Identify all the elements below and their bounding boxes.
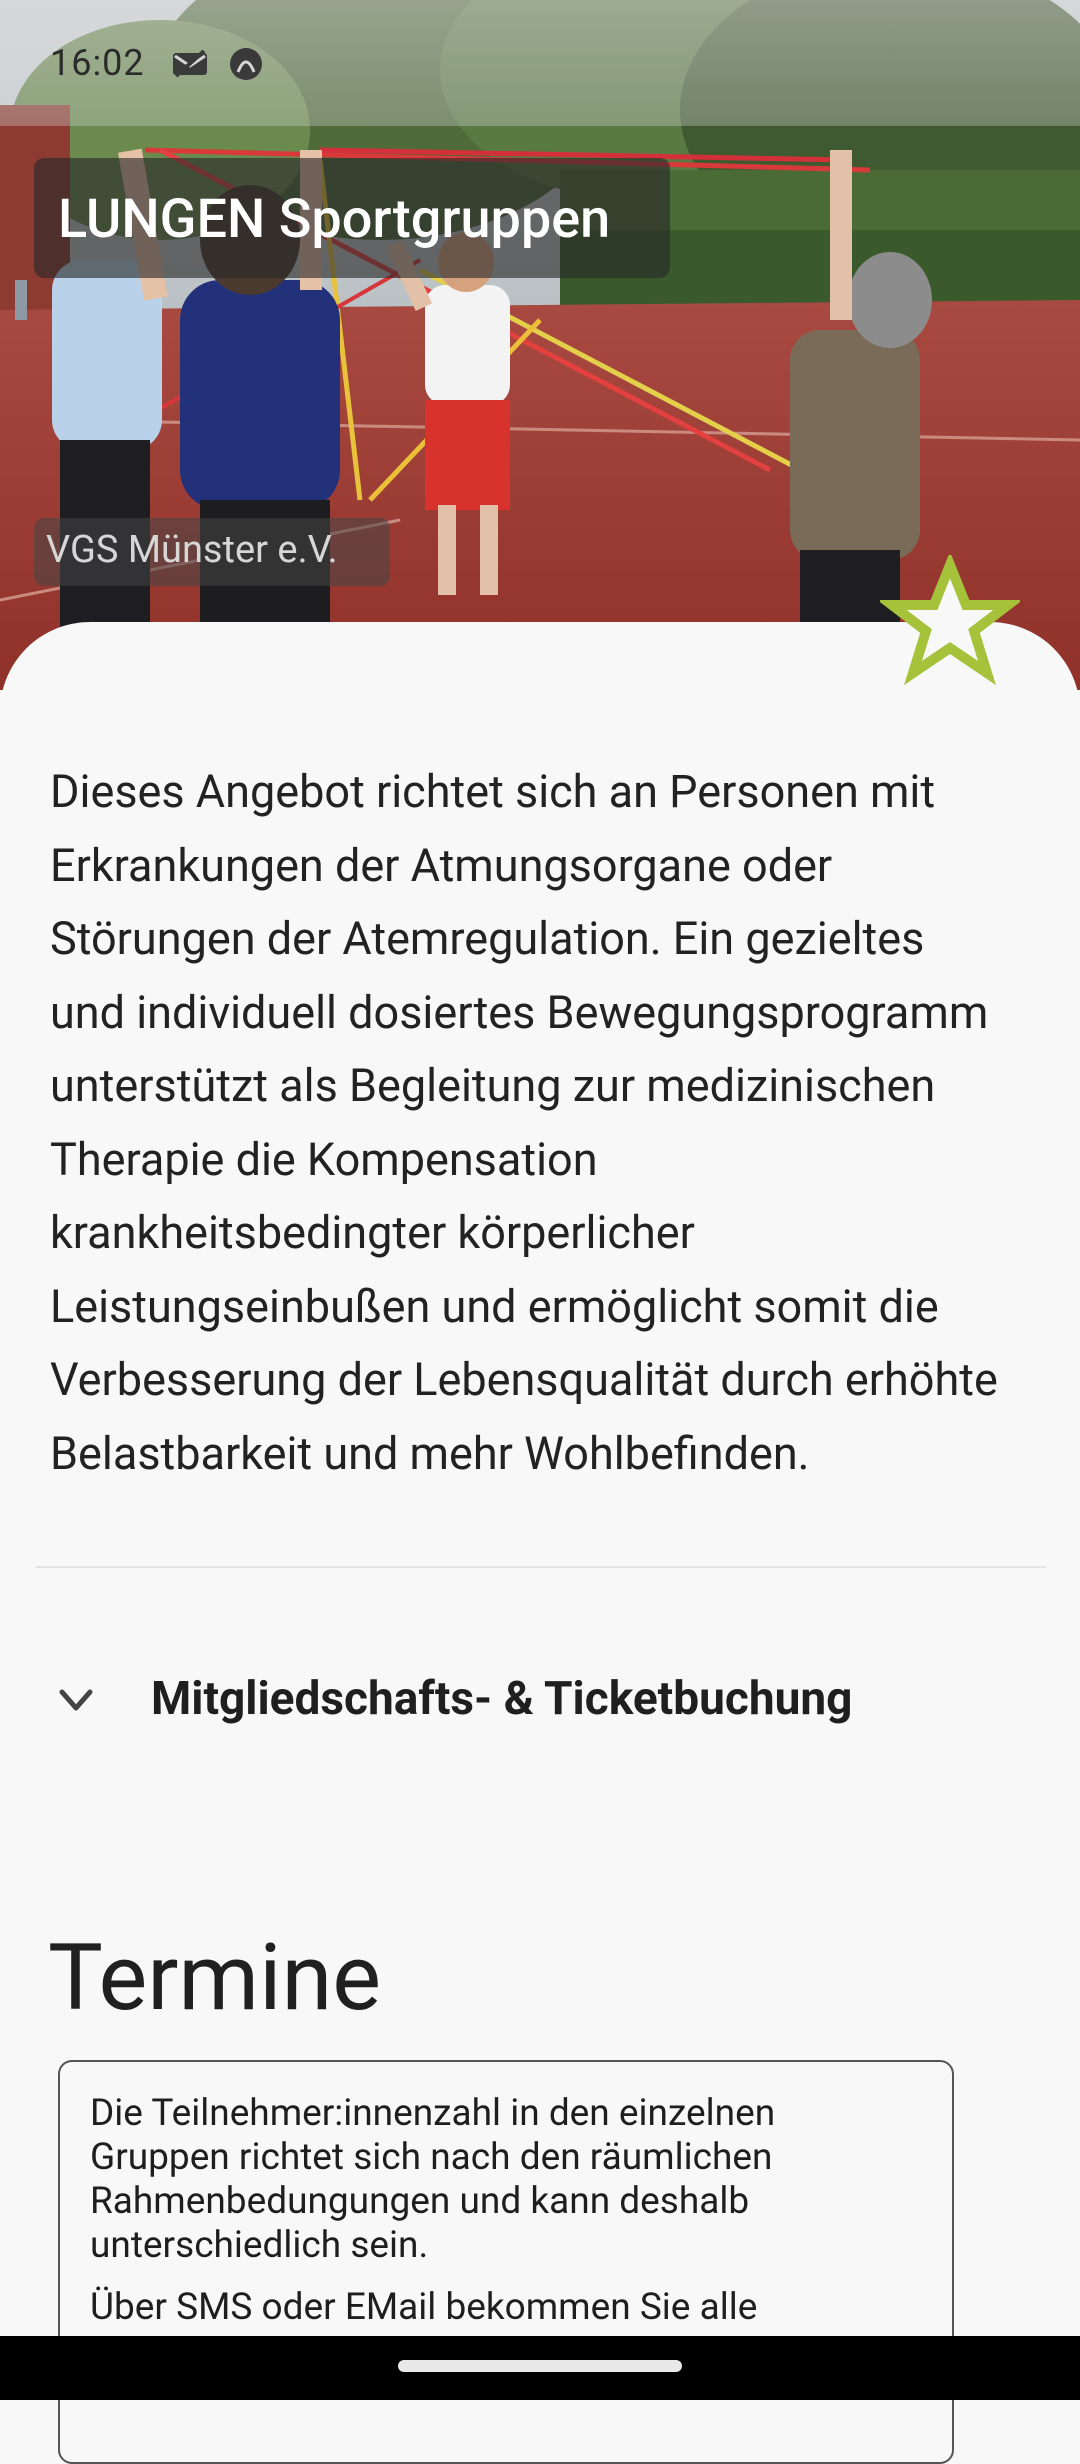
organization-badge: VGS Münster e.V. bbox=[34, 518, 390, 586]
page-title: LUNGEN Sportgruppen bbox=[58, 188, 611, 251]
status-time: 16:02 bbox=[50, 42, 145, 84]
favorite-button[interactable] bbox=[877, 551, 1023, 687]
navigation-bar bbox=[0, 2336, 1080, 2400]
home-gesture-handle[interactable] bbox=[398, 2360, 682, 2372]
divider bbox=[36, 1566, 1046, 1568]
organization-name: VGS Münster e.V. bbox=[46, 528, 338, 572]
star-outline-icon bbox=[877, 551, 1023, 686]
mail-off-icon bbox=[170, 48, 210, 80]
info-paragraph: Die Teilnehmer:innenzahl in den einzelne… bbox=[90, 2092, 776, 2267]
schedule-title: Termine bbox=[48, 1925, 382, 2032]
membership-expander[interactable]: Mitgliedschafts- & Ticketbuchung bbox=[36, 1650, 1046, 1760]
page-title-box: LUNGEN Sportgruppen bbox=[34, 158, 670, 278]
chevron-down-icon bbox=[56, 1680, 96, 1720]
info-paragraph: Über SMS oder EMail bekommen Sie alle bbox=[90, 2286, 758, 2329]
schedule-info-card: Die Teilnehmer:innenzahl in den einzelne… bbox=[58, 2060, 954, 2464]
description-text: Dieses Angebot richtet sich an Personen … bbox=[50, 765, 998, 1480]
membership-label: Mitgliedschafts- & Ticketbuchung bbox=[151, 1672, 853, 1726]
app-notification-icon bbox=[228, 46, 264, 82]
status-bar: 16:02 bbox=[0, 0, 1080, 126]
